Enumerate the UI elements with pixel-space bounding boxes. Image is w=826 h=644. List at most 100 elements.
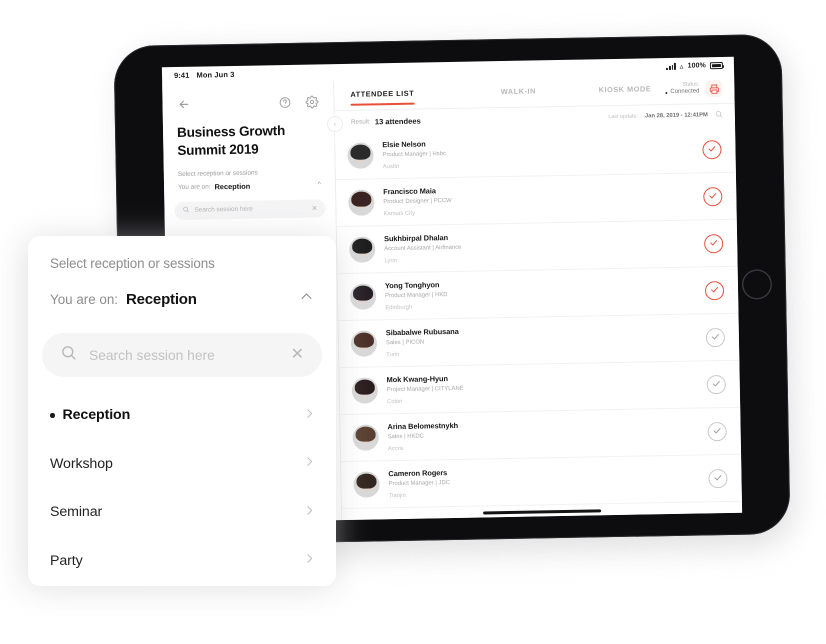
overlay-session-item-reception[interactable]: Reception bbox=[28, 391, 336, 440]
attendee-name: Cameron Rogers bbox=[388, 468, 448, 479]
overlay-session-item-party[interactable]: Party bbox=[28, 537, 336, 586]
attendee-location: Tianjin bbox=[388, 492, 406, 499]
avatar bbox=[347, 142, 374, 169]
overlay-session-label: Reception bbox=[62, 407, 131, 424]
attendee-info: Francisco Maia Product Designer | PCCW Kan… bbox=[383, 186, 452, 217]
session-search-placeholder: Search session here bbox=[194, 205, 253, 214]
attendee-list[interactable]: Elsie Nelson Product Manager | Hsbc Austin… bbox=[335, 125, 742, 520]
attendee-row[interactable]: Cameron Rogers Product Manager | JDC Tianj… bbox=[341, 454, 742, 510]
chevron-right-icon bbox=[303, 455, 316, 472]
overlay-session-item-workshop[interactable]: Workshop bbox=[28, 440, 336, 489]
attendee-location: Austin bbox=[382, 163, 400, 170]
arrow-left-icon[interactable] bbox=[176, 97, 191, 112]
avatar bbox=[351, 377, 379, 404]
overlay-current-session-value: Reception bbox=[126, 290, 197, 308]
gear-icon[interactable] bbox=[304, 94, 319, 109]
overlay-current-session-label: You are on: bbox=[50, 291, 119, 307]
avatar bbox=[353, 471, 380, 498]
avatar bbox=[349, 283, 377, 310]
attendee-row[interactable]: Arina Belomestnykh Sales | HKDC Accra bbox=[340, 407, 742, 463]
event-title: Business Growth Summit 2019 bbox=[176, 123, 286, 158]
active-tab-underline bbox=[350, 102, 415, 106]
search-icon[interactable] bbox=[715, 110, 723, 120]
cellular-signal-icon bbox=[666, 62, 676, 71]
overlay-session-item-seminar[interactable]: Seminar bbox=[28, 488, 336, 537]
printer-icon[interactable] bbox=[705, 80, 723, 98]
overlay-current-session-row[interactable]: You are on: Reception bbox=[28, 271, 336, 309]
check-in-toggle[interactable] bbox=[708, 468, 728, 488]
avatar bbox=[348, 189, 375, 216]
check-icon bbox=[708, 187, 717, 205]
attendee-row[interactable]: Yong Tonghyon Product Manager | HKD Edinbu… bbox=[337, 266, 739, 322]
tab-label: WALK-IN bbox=[500, 86, 536, 97]
status-value-row: Connected bbox=[665, 89, 699, 97]
avatar bbox=[349, 236, 376, 263]
chevron-up-icon: ^ bbox=[317, 181, 322, 189]
attendee-row[interactable]: Sibabalwe Rubusana Sales | PICON Turin bbox=[338, 313, 740, 369]
overlay-search-input[interactable] bbox=[89, 347, 279, 363]
check-in-toggle[interactable] bbox=[703, 186, 723, 206]
current-session-value: Reception bbox=[214, 181, 251, 191]
attendee-info: Sukhbirpal Dhalan Account Assistant | Air… bbox=[384, 233, 462, 264]
attendee-row[interactable]: Elsie Nelson Product Manager | Hsbc Austin bbox=[335, 125, 736, 181]
attendee-name: Yong Tonghyon bbox=[384, 280, 440, 291]
attendee-role: Product Designer | PCCW bbox=[383, 197, 452, 205]
home-button[interactable] bbox=[741, 269, 773, 300]
attendee-row[interactable]: Sukhbirpal Dhalan Account Assistant | Air… bbox=[336, 219, 738, 275]
attendee-role: Project Manager | CITYLANE bbox=[386, 385, 464, 393]
status-date: Mon Jun 3 bbox=[196, 69, 235, 80]
tab-attendee-list[interactable]: ATTENDEE LIST bbox=[350, 89, 415, 106]
overlay-session-label: Seminar bbox=[50, 504, 103, 521]
close-icon[interactable]: ✕ bbox=[312, 204, 318, 212]
check-in-toggle[interactable] bbox=[707, 421, 727, 441]
search-icon bbox=[60, 344, 77, 366]
right-panel: ‹ ATTENDEE LIST WALK-IN KIOSK MODE Statu… bbox=[326, 73, 743, 521]
chevron-up-icon[interactable] bbox=[299, 289, 314, 309]
result-label: Result: bbox=[350, 117, 371, 126]
overlay-session-list: Reception Workshop Seminar Party bbox=[28, 391, 336, 585]
current-session-label: You are on: bbox=[178, 183, 211, 191]
attendee-role: Sales | PICON bbox=[385, 339, 425, 346]
check-in-toggle[interactable] bbox=[702, 139, 722, 159]
attendee-row[interactable]: Francisco Maia Product Designer | PCCW Kan… bbox=[335, 172, 737, 228]
check-icon bbox=[709, 234, 718, 252]
status-text-group: Status: Connected bbox=[665, 82, 699, 97]
overlay-title: Select reception or sessions bbox=[50, 256, 215, 271]
help-circle-icon[interactable] bbox=[277, 95, 292, 110]
printer-status: Status: Connected bbox=[665, 80, 723, 98]
check-in-toggle[interactable] bbox=[704, 280, 725, 300]
overlay-search-field[interactable]: ✕ bbox=[42, 333, 322, 377]
check-icon bbox=[712, 375, 721, 393]
attendee-location: Colon bbox=[386, 398, 403, 405]
attendee-name: Arina Belomestnykh bbox=[387, 421, 459, 432]
overlay-session-label: Workshop bbox=[50, 455, 113, 472]
search-icon bbox=[182, 206, 189, 215]
close-icon[interactable]: ✕ bbox=[291, 347, 304, 363]
check-in-toggle[interactable] bbox=[705, 327, 726, 347]
session-search-field[interactable]: Search session here ✕ bbox=[174, 198, 326, 220]
check-in-toggle[interactable] bbox=[704, 233, 724, 253]
attendee-info: Mok Kwang-Hyun Project Manager | CITYLANE… bbox=[387, 374, 464, 405]
attendee-info: Sibabalwe Rubusana Sales | PICON Turin bbox=[386, 327, 460, 358]
check-in-toggle[interactable] bbox=[706, 374, 726, 394]
attendee-name: Francisco Maia bbox=[383, 186, 436, 197]
wifi-icon: ▵ bbox=[679, 61, 684, 71]
check-icon bbox=[711, 328, 720, 346]
overlay-session-label: Party bbox=[50, 552, 83, 569]
attendee-role: Product Manager | HKD bbox=[385, 291, 448, 299]
chevron-left-icon: ‹ bbox=[333, 120, 337, 128]
attendee-name: Elsie Nelson bbox=[382, 139, 426, 150]
avatar bbox=[352, 424, 379, 451]
attendee-info: Elsie Nelson Product Manager | Hsbc Austin bbox=[382, 139, 446, 170]
last-update-value: Jan 28, 2019 - 12:41PM bbox=[644, 112, 708, 120]
screenshot-root: 9:41 Mon Jun 3 ▵ 100% Business Growth Su… bbox=[0, 0, 826, 644]
chevron-right-icon bbox=[303, 504, 316, 521]
tab-label: KIOSK MODE bbox=[598, 84, 652, 95]
avatar bbox=[350, 330, 378, 357]
left-panel-toolbar bbox=[162, 81, 333, 112]
tab-walk-in[interactable]: WALK-IN bbox=[501, 86, 536, 98]
attendee-role: Sales | HKDC bbox=[387, 433, 424, 440]
attendee-row[interactable]: Mok Kwang-Hyun Project Manager | CITYLANE… bbox=[339, 360, 741, 416]
attendee-name: Mok Kwang-Hyun bbox=[386, 374, 449, 385]
tab-kiosk-mode[interactable]: KIOSK MODE bbox=[599, 84, 652, 96]
